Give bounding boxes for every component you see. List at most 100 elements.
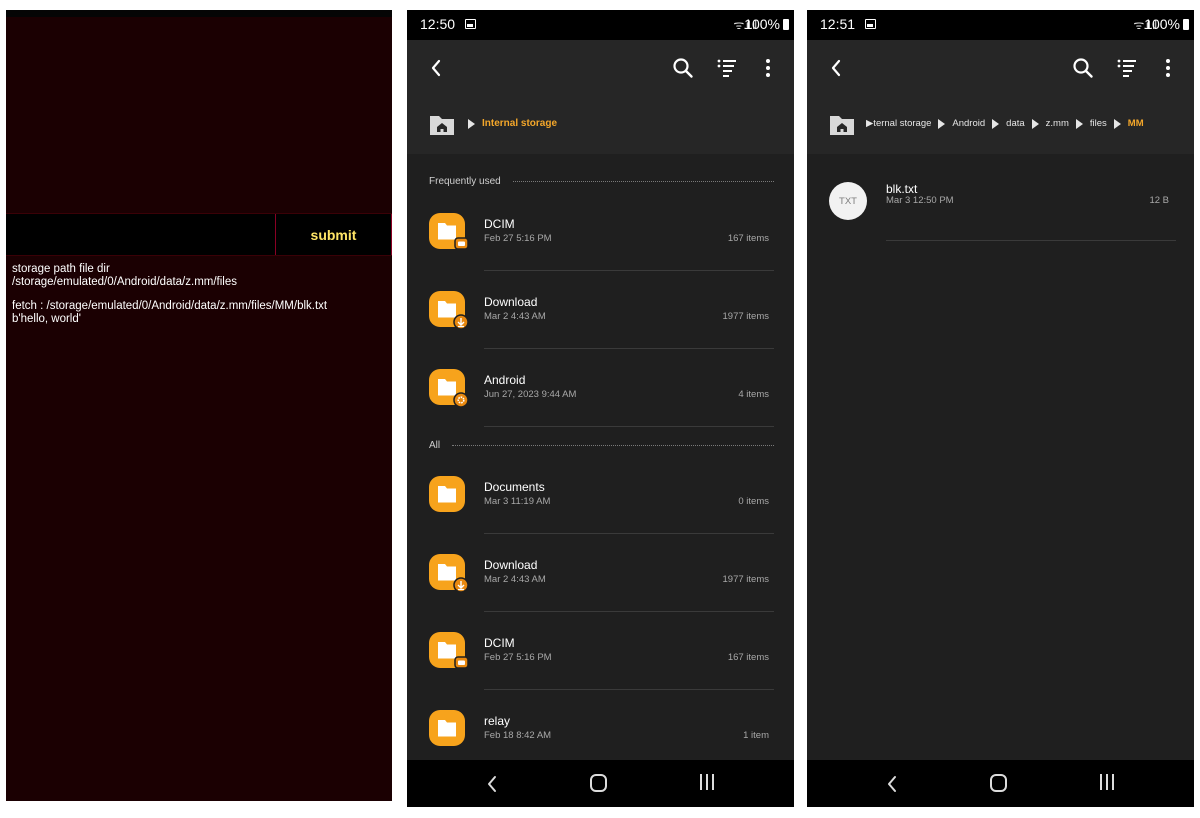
- sort-button[interactable]: [1116, 58, 1138, 78]
- battery-icon: [1183, 19, 1189, 30]
- nav-back-icon[interactable]: [485, 774, 499, 794]
- nav-back-icon[interactable]: [885, 774, 899, 794]
- folder-item-count: 1977 items: [722, 311, 769, 322]
- folder-row[interactable]: DCIM Feb 27 5:16 PM 167 items: [407, 632, 794, 710]
- folder-list: Frequently used DCIM Feb 27 5:16 PM 167 it…: [407, 154, 794, 768]
- folder-row[interactable]: Download Mar 2 4:43 AM 1977 items: [407, 291, 794, 369]
- folder-row[interactable]: Android Jun 27, 2023 9:44 AM 4 items: [407, 369, 794, 447]
- breadcrumb-current[interactable]: MM: [1128, 118, 1144, 129]
- more-options-button[interactable]: [765, 58, 771, 78]
- section-header-all: All: [429, 440, 774, 451]
- nav-recents-icon[interactable]: [1100, 774, 1116, 790]
- folder-item-count: 167 items: [727, 233, 769, 244]
- breadcrumb-item[interactable]: data: [1006, 118, 1025, 129]
- section-header-frequently-used: Frequently used: [429, 176, 774, 187]
- search-button[interactable]: [1072, 57, 1094, 79]
- input-row: submit: [6, 213, 392, 256]
- home-folder-button[interactable]: [829, 114, 855, 136]
- search-icon: [673, 58, 693, 78]
- folder-item-count: 1977 items: [722, 574, 769, 585]
- folder-name: DCIM: [484, 217, 515, 231]
- folder-row[interactable]: DCIM Feb 27 5:16 PM 167 items: [407, 213, 794, 291]
- folder-date: Mar 2 4:43 AM: [484, 311, 546, 322]
- divider: [484, 348, 774, 349]
- log-line: b'hello, world': [12, 312, 81, 325]
- path-input[interactable]: [6, 214, 275, 255]
- image-notification-icon: [865, 19, 876, 29]
- status-bar: 12:50 ᯤ.ıl.ıl 100%: [407, 10, 794, 40]
- battery-percent: 100%: [744, 16, 780, 32]
- nav-home-icon[interactable]: [990, 774, 1007, 792]
- breadcrumb: Internal storage: [407, 100, 794, 150]
- divider: [484, 426, 774, 427]
- folder-row[interactable]: Download Mar 2 4:43 AM 1977 items: [407, 554, 794, 632]
- image-notification-icon: [465, 19, 476, 29]
- home-folder-button[interactable]: [429, 114, 455, 136]
- folder-icon: [429, 710, 469, 748]
- folder-name: Documents: [484, 480, 545, 494]
- chevron-left-icon: [831, 59, 841, 77]
- breadcrumb-item[interactable]: ▶ternal storage: [866, 118, 931, 129]
- app-bar: ▶ternal storage Android data z.mm files …: [807, 40, 1194, 154]
- back-button[interactable]: [827, 56, 847, 80]
- file-name: blk.txt: [886, 182, 918, 196]
- folder-icon: [429, 291, 469, 330]
- section-label: All: [429, 440, 441, 451]
- breadcrumb-arrow-icon: [468, 118, 475, 129]
- folder-row[interactable]: Documents Mar 3 11:19 AM 0 items: [407, 476, 794, 554]
- home-folder-icon: [830, 116, 854, 135]
- breadcrumb: ▶ternal storage Android data z.mm files …: [807, 100, 1194, 150]
- breadcrumb-arrow-icon: [1031, 118, 1039, 129]
- file-manager-root-screen: 12:50 ᯤ.ıl.ıl 100% Internal storage Freq…: [407, 10, 794, 807]
- folder-item-count: 167 items: [727, 652, 769, 663]
- nav-recents-icon[interactable]: [700, 774, 716, 790]
- submit-button[interactable]: submit: [275, 214, 392, 255]
- folder-icon: [429, 369, 469, 408]
- folder-icon: [429, 213, 469, 251]
- file-row[interactable]: TXT blk.txt Mar 3 12:50 PM 12 B: [807, 174, 1194, 244]
- breadcrumb-path: Internal storage: [464, 118, 557, 129]
- output-log: storage path file dir /storage/emulated/…: [12, 263, 388, 325]
- breadcrumb-item[interactable]: z.mm: [1046, 118, 1069, 129]
- log-line: storage path file dir: [12, 263, 110, 275]
- folder-icon: [429, 476, 469, 514]
- battery-percent: 100%: [1144, 16, 1180, 32]
- navigation-bar: [807, 760, 1194, 807]
- file-list: TXT blk.txt Mar 3 12:50 PM 12 B: [807, 154, 1194, 760]
- sort-list-icon: [1117, 59, 1136, 77]
- breadcrumb-item[interactable]: Android: [952, 118, 985, 129]
- nav-home-icon[interactable]: [590, 774, 607, 792]
- divider: [484, 533, 774, 534]
- folder-date: Mar 3 11:19 AM: [484, 496, 551, 507]
- folder-date: Feb 27 5:16 PM: [484, 233, 552, 244]
- folder-name: relay: [484, 714, 511, 728]
- divider: [484, 689, 774, 690]
- app-bar: Internal storage: [407, 40, 794, 154]
- file-size: 12 B: [1149, 195, 1169, 206]
- more-vertical-icon: [766, 59, 770, 77]
- file-manager-mm-screen: 12:51 ᯤ.ıl.ıl 100% ▶ternal storage Andro…: [807, 10, 1194, 807]
- home-folder-icon: [430, 116, 454, 135]
- divider: [484, 611, 774, 612]
- section-label: Frequently used: [429, 176, 501, 187]
- app-screen: submit storage path file dir /storage/em…: [6, 10, 392, 801]
- breadcrumb-arrow-icon: [938, 118, 946, 129]
- search-button[interactable]: [672, 57, 694, 79]
- folder-item-count: 4 items: [738, 389, 769, 400]
- breadcrumb-arrow-icon: [1075, 118, 1083, 129]
- status-time: 12:51: [820, 16, 856, 32]
- more-options-button[interactable]: [1165, 58, 1171, 78]
- more-vertical-icon: [1166, 59, 1170, 77]
- folder-date: Feb 27 5:16 PM: [484, 652, 552, 663]
- sort-button[interactable]: [716, 58, 738, 78]
- divider: [484, 270, 774, 271]
- app-top-strip: [6, 10, 392, 17]
- breadcrumb-current[interactable]: Internal storage: [482, 118, 557, 129]
- folder-item-count: 0 items: [738, 496, 769, 507]
- folder-date: Mar 2 4:43 AM: [484, 574, 546, 585]
- folder-icon: [429, 632, 469, 670]
- back-button[interactable]: [427, 56, 447, 80]
- folder-name: Android: [484, 373, 526, 387]
- breadcrumb-item[interactable]: files: [1090, 118, 1107, 129]
